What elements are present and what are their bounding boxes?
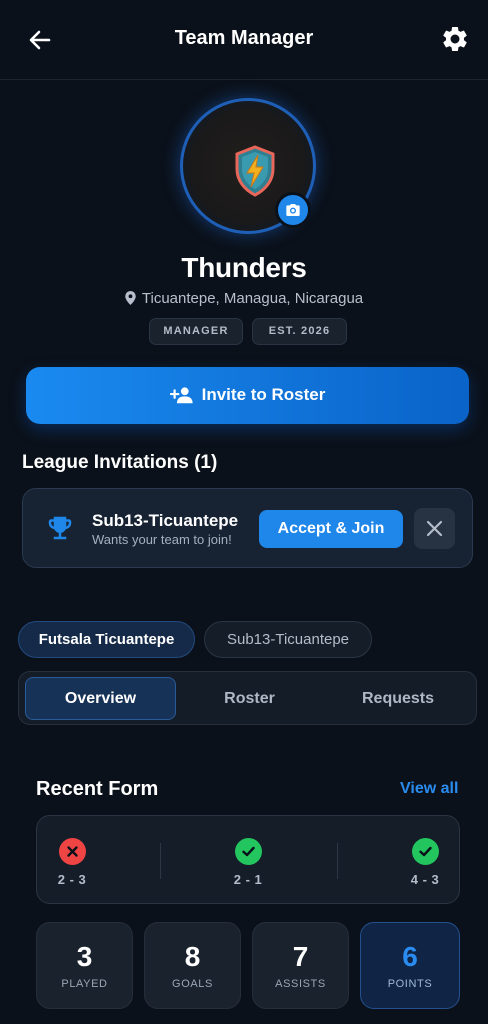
lightning-shield-icon [235,145,275,197]
form-score: 4 - 3 [410,872,440,887]
view-tabs: Overview Roster Requests [18,671,477,725]
invite-button-label: Invite to Roster [201,385,326,404]
win-check-icon [234,838,262,865]
stat-value: 3 [76,941,93,972]
dismiss-invitation-button[interactable] [414,508,455,549]
form-result-item: 4 - 3 [390,838,460,887]
stat-assists: 7 ASSISTS [252,922,349,1009]
stat-label: ASSISTS [275,978,326,990]
change-photo-button[interactable] [275,192,311,228]
stat-label: GOALS [172,978,213,990]
form-divider [337,843,338,879]
stat-label: PLAYED [61,978,108,990]
league-invitations-title: League Invitations (1) [22,452,218,473]
form-score: 2 - 3 [57,872,87,887]
loss-icon [58,838,86,865]
role-badge: MANAGER [149,318,243,345]
stat-value: 6 [402,941,418,972]
gear-icon [443,26,467,51]
accept-join-button[interactable]: Accept & Join [259,510,403,548]
league-tab-sub13-ticuantepe[interactable]: Sub13-Ticuantepe [204,621,372,658]
trophy-icon [48,516,72,540]
tab-overview[interactable]: Overview [25,677,176,720]
stat-goals: 8 GOALS [144,922,241,1009]
form-result-item: 2 - 3 [37,838,107,887]
form-score: 2 - 1 [233,872,263,887]
recent-form-title: Recent Form [36,778,159,800]
settings-button[interactable] [440,24,470,54]
invitation-league-name: Sub13-Ticuantepe [92,511,239,530]
invite-to-roster-button[interactable]: Invite to Roster [26,367,469,424]
stat-value: 8 [184,941,201,972]
form-result-item: 2 - 1 [213,838,283,887]
tab-roster[interactable]: Roster [176,677,323,720]
stat-points: 6 POINTS [360,922,460,1009]
location-text: Ticuantepe, Managua, Nicaragua [141,290,364,307]
league-invitation-card: Sub13-Ticuantepe Wants your team to join… [22,488,473,568]
invitation-message: Wants your team to join! [92,532,232,547]
league-tab-futsala-ticuantepe[interactable]: Futsala Ticuantepe [18,621,195,658]
stat-label: POINTS [387,978,433,990]
team-location: Ticuantepe, Managua, Nicaragua [0,290,488,307]
page-title: Team Manager [174,27,314,49]
add-person-icon [169,387,193,404]
form-divider [160,843,161,879]
app-header: Team Manager [0,0,488,80]
view-all-link[interactable]: View all [400,780,458,798]
tab-requests[interactable]: Requests [323,677,473,720]
recent-form-card: 2 - 3 2 - 1 4 - 3 [36,815,460,904]
established-badge: EST. 2026 [252,318,347,345]
camera-icon [286,204,300,216]
location-pin-icon [125,291,136,305]
stat-value: 7 [292,941,309,972]
close-icon [426,520,443,537]
team-name: Thunders [181,252,307,283]
win-check-icon [411,838,439,865]
stat-played: 3 PLAYED [36,922,133,1009]
